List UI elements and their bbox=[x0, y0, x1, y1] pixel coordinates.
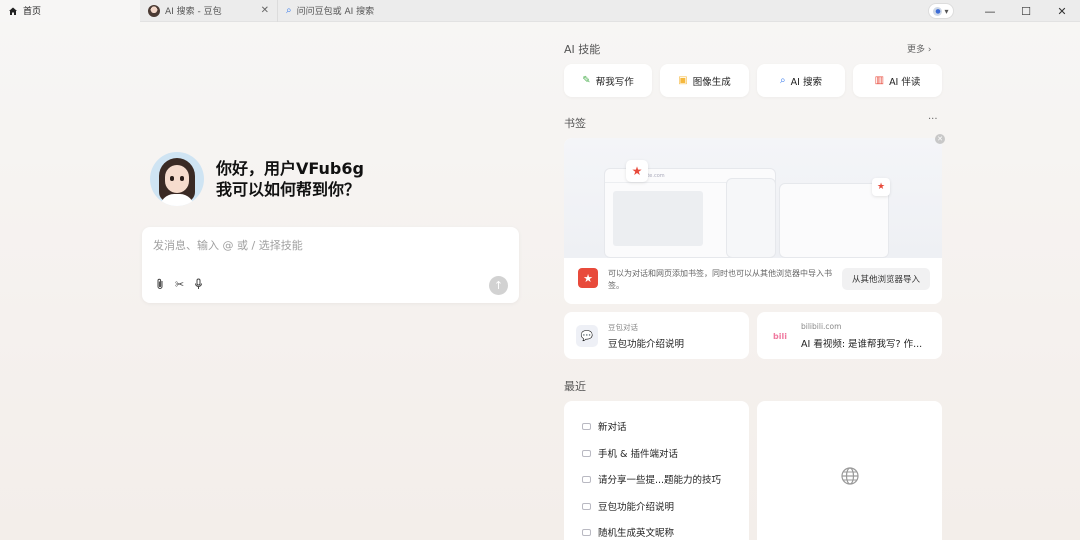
chat-icon bbox=[582, 449, 591, 457]
send-button[interactable]: ↑ bbox=[489, 276, 508, 295]
scissors-icon[interactable]: ✂ bbox=[175, 278, 184, 293]
minimize-button[interactable]: — bbox=[972, 0, 1008, 22]
skill-write-label: 帮我写作 bbox=[595, 76, 634, 88]
import-bookmarks-button[interactable]: 从其他浏览器导入 bbox=[842, 268, 930, 290]
tab-ai-search[interactable]: AI 搜索 - 豆包 ✕ bbox=[140, 0, 278, 22]
skill-search-button[interactable]: ⌕ AI 搜索 bbox=[757, 64, 845, 97]
bookmarks-card: website.com ★ ★ ★ 可以为对话和网页添加书签，同时也可以从其他浏… bbox=[564, 138, 942, 304]
recent-list: 新对话 手机 & 插件端对话 请分享一些提...题能力的技巧 豆包功能介绍说明 … bbox=[564, 401, 749, 540]
recent-item-label: 手机 & 插件端对话 bbox=[598, 449, 678, 460]
chat-icon: 💬 bbox=[576, 325, 598, 347]
tab-bar: 首页 AI 搜索 - 豆包 ✕ ⌕ 问问豆包或 AI 搜索 ● ▾ — ☐ ✕ bbox=[0, 0, 1080, 22]
star-icon: ★ bbox=[626, 160, 648, 182]
image-icon: ▣ bbox=[678, 75, 688, 86]
globe-icon bbox=[840, 467, 859, 485]
chat-icon bbox=[582, 475, 591, 483]
recent-item[interactable]: 豆包功能介绍说明 bbox=[582, 499, 674, 513]
bookmarks-footer: ★ 可以为对话和网页添加书签，同时也可以从其他浏览器中导入书签。 从其他浏览器导… bbox=[564, 258, 942, 304]
chat-icon bbox=[582, 422, 591, 430]
bookmark-card-doubao[interactable]: 💬 豆包对话 豆包功能介绍说明 bbox=[564, 312, 749, 359]
star-icon: ★ bbox=[872, 178, 890, 196]
recent-item-label: 随机生成英文昵称 bbox=[598, 528, 675, 539]
doubao-avatar-icon bbox=[148, 4, 160, 17]
book-icon: ▥ bbox=[874, 75, 885, 86]
bookmarks-more-icon[interactable]: ··· bbox=[928, 114, 938, 125]
close-window-button[interactable]: ✕ bbox=[1044, 0, 1080, 22]
bookmark-source: bilibili.com bbox=[801, 322, 842, 331]
skill-read-button[interactable]: ▥ AI 伴读 bbox=[853, 64, 942, 97]
attachment-icon[interactable] bbox=[155, 278, 165, 293]
bookmark-card-bilibili[interactable]: bili bilibili.com AI 看视频: 是谁帮我写? 作... bbox=[757, 312, 942, 359]
close-icon[interactable]: ✕ bbox=[261, 5, 269, 16]
arrow-up-icon: ↑ bbox=[493, 279, 504, 292]
skill-write-button[interactable]: ✎ 帮我写作 bbox=[564, 64, 652, 97]
skill-read-label: AI 伴读 bbox=[889, 76, 921, 88]
greeting: 你好，用户VFub6g 我可以如何帮到你？ bbox=[150, 152, 364, 206]
tab-ai-search-label: AI 搜索 - 豆包 bbox=[165, 7, 222, 17]
user-icon: ● bbox=[933, 6, 943, 16]
recent-item-label: 请分享一些提...题能力的技巧 bbox=[598, 475, 722, 486]
close-bookmark-tip-icon[interactable]: ✕ bbox=[935, 134, 945, 144]
bilibili-icon: bili bbox=[769, 325, 791, 347]
recent-item[interactable]: 新对话 bbox=[582, 419, 627, 433]
greeting-line-1: 你好，用户VFub6g bbox=[216, 159, 364, 178]
close-icon: ✕ bbox=[1057, 4, 1067, 18]
tab-home-label: 首页 bbox=[23, 7, 42, 17]
bookmark-source: 豆包对话 bbox=[608, 323, 638, 332]
recent-item[interactable]: 随机生成英文昵称 bbox=[582, 525, 674, 539]
bookmark-star-icon: ★ bbox=[578, 268, 598, 288]
skill-search-label: AI 搜索 bbox=[790, 76, 822, 88]
bookmark-title: AI 看视频: 是谁帮我写? 作... bbox=[801, 339, 923, 350]
bookmarks-description: 可以为对话和网页添加书签，同时也可以从其他浏览器中导入书签。 bbox=[608, 269, 832, 290]
pen-icon: ✎ bbox=[582, 75, 591, 86]
recent-title: 最近 bbox=[564, 380, 586, 393]
recent-item-label: 新对话 bbox=[598, 422, 627, 433]
minimize-icon: — bbox=[984, 4, 996, 18]
greeting-line-2: 我可以如何帮到你？ bbox=[216, 180, 361, 199]
message-input-box[interactable]: 发消息、输入 @ 或 / 选择技能 ✂ ↑ bbox=[142, 227, 519, 303]
microphone-icon[interactable] bbox=[194, 278, 203, 293]
chat-icon bbox=[582, 502, 591, 510]
bot-avatar bbox=[150, 152, 204, 206]
bookmarks-title: 书签 bbox=[564, 117, 586, 130]
home-icon bbox=[8, 6, 18, 16]
chevron-down-icon: ▾ bbox=[944, 6, 949, 16]
window-controls: ● ▾ — ☐ ✕ bbox=[928, 0, 1080, 22]
profile-switcher[interactable]: ● ▾ bbox=[928, 3, 954, 19]
bookmarks-illustration: website.com ★ ★ bbox=[564, 138, 942, 258]
maximize-icon: ☐ bbox=[1021, 4, 1031, 18]
chat-icon bbox=[582, 528, 591, 536]
ai-search-icon: ⌕ bbox=[286, 5, 292, 16]
ai-skills-title: AI 技能 bbox=[564, 43, 601, 56]
tab-ask-label: 问问豆包或 AI 搜索 bbox=[296, 7, 375, 17]
recent-preview bbox=[757, 401, 942, 540]
skills-more-link[interactable]: 更多 › bbox=[907, 42, 931, 55]
recent-item-label: 豆包功能介绍说明 bbox=[598, 502, 675, 513]
message-input-placeholder[interactable]: 发消息、输入 @ 或 / 选择技能 bbox=[153, 237, 303, 253]
tab-home[interactable]: 首页 bbox=[0, 0, 140, 22]
tab-ask-doubao[interactable]: ⌕ 问问豆包或 AI 搜索 bbox=[278, 0, 418, 22]
greeting-text: 你好，用户VFub6g 我可以如何帮到你？ bbox=[216, 158, 364, 200]
recent-item[interactable]: 请分享一些提...题能力的技巧 bbox=[582, 472, 721, 486]
maximize-button[interactable]: ☐ bbox=[1008, 0, 1044, 22]
composer-tools: ✂ bbox=[155, 278, 203, 293]
search-icon: ⌕ bbox=[780, 75, 786, 86]
recent-item[interactable]: 手机 & 插件端对话 bbox=[582, 446, 678, 460]
bookmark-title: 豆包功能介绍说明 bbox=[608, 339, 685, 350]
skill-image-button[interactable]: ▣ 图像生成 bbox=[660, 64, 749, 97]
skill-image-label: 图像生成 bbox=[692, 76, 731, 88]
